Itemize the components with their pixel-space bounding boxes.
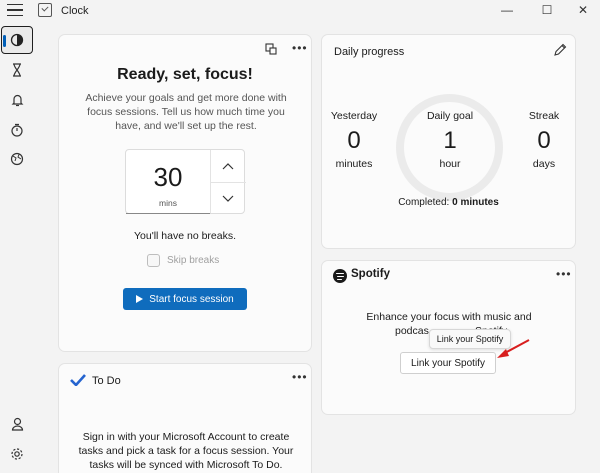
clock-app-icon bbox=[38, 3, 52, 17]
settings-icon bbox=[11, 448, 23, 460]
yesterday-value: 0 bbox=[347, 127, 361, 154]
edit-icon[interactable] bbox=[553, 43, 567, 57]
world-clock-icon bbox=[10, 152, 24, 166]
decrease-minutes-button[interactable] bbox=[210, 183, 246, 215]
spotify-logo-icon bbox=[333, 269, 347, 283]
skip-breaks-checkbox[interactable] bbox=[147, 253, 160, 267]
timer-icon bbox=[13, 63, 21, 77]
play-icon bbox=[136, 295, 144, 303]
title-bar: Clock — ☐ ✕ bbox=[0, 0, 600, 22]
link-spotify-tooltip: Link your Spotify bbox=[429, 329, 511, 349]
completed-label: Completed: bbox=[398, 197, 450, 208]
spotify-description-line1: Enhance your focus with music and bbox=[366, 311, 532, 323]
daily-goal-label: Daily goal bbox=[426, 110, 474, 122]
link-spotify-button[interactable]: Link your Spotify bbox=[400, 352, 496, 374]
nav-timer[interactable] bbox=[0, 56, 34, 84]
streak-label: Streak bbox=[528, 110, 560, 122]
todo-card: To Do ••• Sign in with your Microsoft Ac… bbox=[58, 363, 312, 473]
window-title: Clock bbox=[61, 5, 89, 17]
nav-focus-sessions[interactable] bbox=[1, 26, 33, 54]
nav-alarm[interactable] bbox=[0, 86, 34, 114]
minutes-value[interactable]: 30 bbox=[126, 162, 210, 193]
active-indicator bbox=[3, 35, 6, 47]
stopwatch-icon bbox=[11, 123, 23, 137]
start-focus-session-button[interactable]: Start focus session bbox=[123, 288, 247, 310]
skip-breaks-label: Skip breaks bbox=[167, 254, 220, 266]
nav-settings[interactable] bbox=[0, 440, 34, 468]
spotify-card: Spotify ••• Enhance your focus with musi… bbox=[321, 260, 576, 415]
todo-description: Sign in with your Microsoft Account to c… bbox=[78, 431, 294, 471]
todo-check-icon bbox=[70, 374, 86, 386]
nav-world-clock[interactable] bbox=[0, 145, 34, 173]
daily-goal-unit: hour bbox=[439, 158, 461, 170]
minutes-unit: mins bbox=[159, 198, 177, 208]
yesterday-label: Yesterday bbox=[330, 110, 378, 122]
close-button[interactable]: ✕ bbox=[566, 0, 600, 20]
open-mini-view-icon[interactable] bbox=[265, 43, 277, 55]
alarm-icon bbox=[11, 94, 23, 107]
focus-sessions-icon bbox=[10, 33, 24, 47]
account-icon bbox=[11, 417, 23, 431]
input-underline bbox=[126, 212, 210, 214]
nav-account[interactable] bbox=[0, 410, 34, 438]
chevron-up-icon bbox=[222, 163, 234, 170]
spotify-name: Spotify bbox=[351, 268, 390, 280]
completed-summary: Completed: 0 minutes bbox=[322, 197, 575, 208]
streak-value: 0 bbox=[537, 127, 551, 154]
focus-description: Achieve your goals and get more done wit… bbox=[85, 92, 287, 132]
start-button-label: Start focus session bbox=[149, 293, 234, 305]
todo-title: To Do bbox=[92, 375, 121, 387]
minimize-button[interactable]: — bbox=[490, 0, 524, 20]
increase-minutes-button[interactable] bbox=[210, 150, 246, 182]
breaks-note: You'll have no breaks. bbox=[133, 230, 237, 242]
daily-progress-title: Daily progress bbox=[334, 46, 405, 58]
more-options-icon[interactable]: ••• bbox=[556, 267, 572, 281]
skip-breaks-option[interactable]: Skip breaks bbox=[147, 252, 219, 268]
streak-unit: days bbox=[532, 158, 556, 170]
chevron-down-icon bbox=[222, 195, 234, 202]
yesterday-unit: minutes bbox=[335, 158, 373, 170]
focus-session-card: ••• Ready, set, focus! Achieve your goal… bbox=[58, 34, 312, 352]
hamburger-menu-icon[interactable] bbox=[7, 4, 23, 18]
nav-stopwatch[interactable] bbox=[0, 116, 34, 144]
minutes-stepper[interactable]: 30 mins bbox=[125, 149, 246, 215]
more-options-icon[interactable]: ••• bbox=[292, 41, 308, 55]
daily-progress-card: Daily progress Yesterday 0 minutes Daily… bbox=[321, 34, 576, 249]
spotify-description-line2-head: podcas bbox=[395, 325, 429, 337]
more-options-icon[interactable]: ••• bbox=[292, 370, 308, 384]
daily-goal-value: 1 bbox=[443, 127, 457, 154]
completed-value: 0 minutes bbox=[452, 197, 499, 208]
focus-title: Ready, set, focus! bbox=[117, 66, 253, 83]
maximize-button[interactable]: ☐ bbox=[530, 0, 564, 20]
